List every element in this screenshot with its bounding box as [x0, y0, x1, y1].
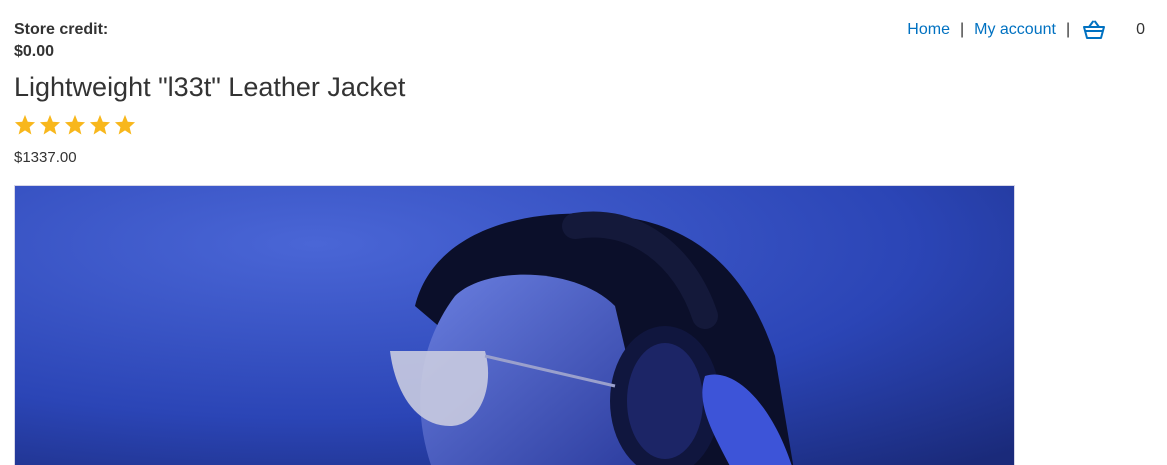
- store-credit: Store credit: $0.00: [14, 19, 108, 63]
- star-icon: [14, 114, 36, 135]
- nav-separator: |: [1065, 21, 1071, 38]
- cart-count[interactable]: 0: [1136, 21, 1145, 39]
- product-title: Lightweight "l33t" Leather Jacket: [14, 72, 406, 102]
- basket-icon[interactable]: [1082, 19, 1106, 41]
- star-icon: [114, 114, 136, 135]
- star-icon: [64, 114, 86, 135]
- star-icon: [89, 114, 111, 135]
- my-account-link[interactable]: My account: [974, 21, 1056, 39]
- store-credit-amount: $0.00: [14, 43, 55, 60]
- store-credit-label: Store credit:: [14, 21, 109, 38]
- nav-separator: |: [959, 21, 965, 38]
- product-page: Store credit: $0.00 Home | My account | …: [0, 0, 1167, 465]
- star-icon: [39, 114, 61, 135]
- star-rating: [14, 114, 136, 135]
- home-link[interactable]: Home: [907, 21, 950, 39]
- product-price: $1337.00: [14, 149, 77, 166]
- product-image: [14, 185, 1015, 465]
- top-navigation: Home | My account | 0: [907, 17, 1145, 43]
